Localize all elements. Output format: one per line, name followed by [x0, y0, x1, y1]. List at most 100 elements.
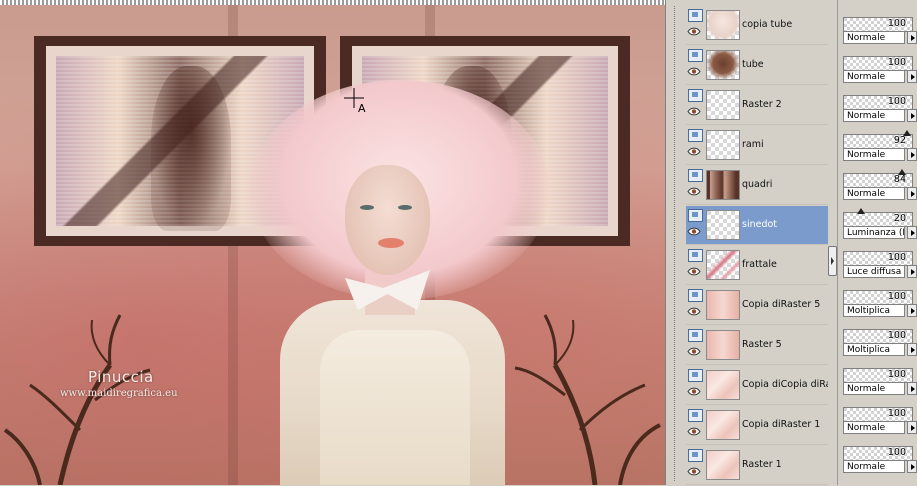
- blend-mode-arrow-icon[interactable]: [907, 187, 917, 200]
- blend-mode-arrow-icon[interactable]: [907, 343, 917, 356]
- opacity-slider[interactable]: 100: [843, 329, 913, 344]
- blend-mode-select[interactable]: Normale: [843, 148, 905, 161]
- blend-mode-select[interactable]: Normale: [843, 31, 905, 44]
- layer-row[interactable]: sinedot: [686, 206, 828, 245]
- visibility-eye-icon[interactable]: [687, 267, 701, 276]
- layer-row[interactable]: Copia diRaster 1: [686, 406, 828, 445]
- raster-layer-icon[interactable]: [688, 329, 703, 342]
- opacity-slider[interactable]: 84: [843, 169, 913, 188]
- visibility-eye-icon[interactable]: [687, 387, 701, 396]
- crosshair-cursor-icon: A: [344, 88, 366, 114]
- opacity-marker-icon[interactable]: [897, 169, 906, 175]
- raster-layer-icon[interactable]: [688, 449, 703, 462]
- visibility-eye-icon[interactable]: [687, 347, 701, 356]
- visibility-eye-icon[interactable]: [687, 427, 701, 436]
- woman-lips: [378, 238, 404, 248]
- opacity-slider[interactable]: 100: [843, 56, 913, 71]
- layer-row[interactable]: quadri: [686, 166, 828, 205]
- visibility-eye-icon[interactable]: [687, 67, 701, 76]
- opacity-slider[interactable]: 100: [843, 368, 913, 383]
- opacity-slider[interactable]: 92: [843, 130, 913, 149]
- layer-row[interactable]: Raster 2: [686, 86, 828, 125]
- layer-row[interactable]: Raster 5: [686, 326, 828, 365]
- layer-row[interactable]: tube: [686, 46, 828, 85]
- visibility-eye-icon[interactable]: [687, 27, 701, 36]
- opacity-marker-icon[interactable]: [902, 130, 911, 136]
- blend-mode-arrow-icon[interactable]: [907, 109, 917, 122]
- blend-mode-select[interactable]: Normale: [843, 109, 905, 122]
- visibility-eye-icon[interactable]: [687, 227, 701, 236]
- raster-layer-icon[interactable]: [688, 169, 703, 182]
- watermark-name: Pinuccia: [88, 368, 154, 386]
- raster-layer-icon[interactable]: [688, 9, 703, 22]
- visibility-eye-icon[interactable]: [687, 147, 701, 156]
- layer-thumbnail: [706, 290, 740, 320]
- image-canvas[interactable]: Pinuccia www.maidiregrafica.eu A: [0, 0, 665, 485]
- layer-name: Raster 5: [742, 339, 782, 350]
- blend-mode-select[interactable]: Moltiplica: [843, 343, 905, 356]
- raster-layer-icon[interactable]: [688, 49, 703, 62]
- visibility-eye-icon[interactable]: [687, 187, 701, 196]
- opacity-marker-icon[interactable]: [856, 208, 865, 214]
- woman-eye: [398, 205, 412, 210]
- blend-mode-arrow-icon[interactable]: [907, 304, 917, 317]
- layer-row[interactable]: Copia diRaster 5: [686, 286, 828, 325]
- opacity-slider[interactable]: 100: [843, 17, 913, 32]
- layer-name: Raster 2: [742, 99, 782, 110]
- blend-mode-arrow-icon[interactable]: [907, 460, 917, 473]
- layer-name: rami: [742, 139, 764, 150]
- layer-tree-guide: [674, 6, 676, 481]
- layer-row[interactable]: Copia diCopia diRaster: [686, 366, 828, 405]
- visibility-eye-icon[interactable]: [687, 467, 701, 476]
- blend-mode-select[interactable]: Normale: [843, 187, 905, 200]
- opacity-slider[interactable]: 100: [843, 407, 913, 422]
- blend-mode-select[interactable]: Luce diffusa: [843, 265, 905, 278]
- blend-mode-select[interactable]: Normale: [843, 460, 905, 473]
- layer-thumbnail: [706, 250, 740, 280]
- blend-mode-arrow-icon[interactable]: [907, 226, 917, 239]
- woman-face: [345, 165, 430, 275]
- blend-mode-select[interactable]: Normale: [843, 421, 905, 434]
- raster-layer-icon[interactable]: [688, 209, 703, 222]
- raster-layer-icon[interactable]: [688, 369, 703, 382]
- blend-mode-arrow-icon[interactable]: [907, 421, 917, 434]
- layer-properties-row: 100 Normale: [838, 45, 917, 83]
- opacity-slider[interactable]: 100: [843, 446, 913, 461]
- blend-mode-arrow-icon[interactable]: [907, 70, 917, 83]
- opacity-slider[interactable]: 100: [843, 251, 913, 266]
- layer-thumbnail: [706, 130, 740, 160]
- layer-list: copia tube tube Raster 2 rami quadri sinedot f…: [686, 6, 828, 486]
- layer-thumbnail: [706, 370, 740, 400]
- raster-layer-icon[interactable]: [688, 249, 703, 262]
- blend-mode-arrow-icon[interactable]: [907, 148, 917, 161]
- blend-mode-arrow-icon[interactable]: [907, 265, 917, 278]
- layer-properties-row: 100 Normale: [838, 84, 917, 122]
- opacity-value: 100: [887, 18, 906, 29]
- blend-mode-select[interactable]: Normale: [843, 70, 905, 83]
- raster-layer-icon[interactable]: [688, 89, 703, 102]
- opacity-slider[interactable]: 100: [843, 95, 913, 110]
- blend-mode-select[interactable]: Moltiplica: [843, 304, 905, 317]
- blend-mode-arrow-icon[interactable]: [907, 382, 917, 395]
- layer-properties-row: 20 Luminanza (L): [838, 201, 917, 239]
- layer-row[interactable]: rami: [686, 126, 828, 165]
- top-ruler: [0, 0, 665, 5]
- visibility-eye-icon[interactable]: [687, 307, 701, 316]
- svg-text:A: A: [358, 102, 366, 114]
- layer-properties-panel: 100 Normale 100 Normale 100 Normale 92 Normale 8…: [837, 0, 917, 485]
- blend-mode-select[interactable]: Luminanza (L): [843, 226, 905, 239]
- layer-row[interactable]: Raster 1: [686, 446, 828, 485]
- layer-properties-row: 100 Normale: [838, 435, 917, 473]
- opacity-slider[interactable]: 100: [843, 290, 913, 305]
- blend-mode-arrow-icon[interactable]: [907, 31, 917, 44]
- visibility-eye-icon[interactable]: [687, 107, 701, 116]
- raster-layer-icon[interactable]: [688, 409, 703, 422]
- layer-properties-row: 100 Moltiplica: [838, 318, 917, 356]
- opacity-slider[interactable]: 20: [843, 208, 913, 227]
- blend-mode-select[interactable]: Normale: [843, 382, 905, 395]
- panel-collapse-button[interactable]: [828, 246, 837, 276]
- layer-row[interactable]: frattale: [686, 246, 828, 285]
- raster-layer-icon[interactable]: [688, 289, 703, 302]
- layer-row[interactable]: copia tube: [686, 6, 828, 45]
- raster-layer-icon[interactable]: [688, 129, 703, 142]
